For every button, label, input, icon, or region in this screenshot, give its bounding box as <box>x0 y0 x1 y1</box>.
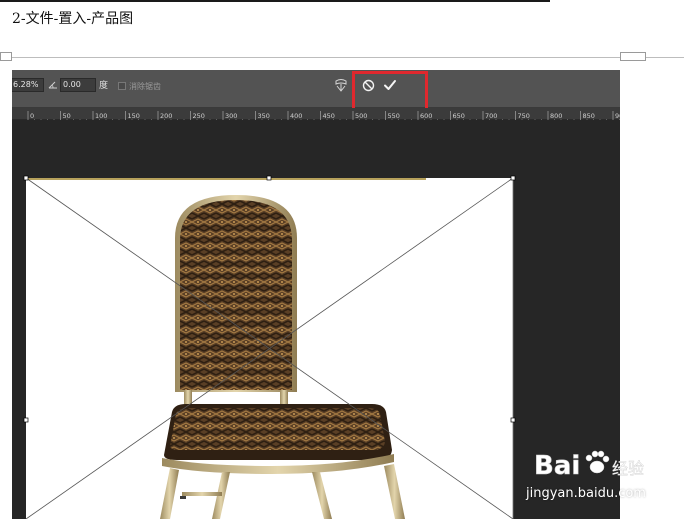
photoshop-window: 6.28% 0.00 度 消除锯齿 0 50 100 150 200 250 300 350 4… <box>12 70 620 519</box>
canvas-artwork <box>23 175 516 519</box>
ruler-tick-label: 900 <box>615 112 620 120</box>
handle-middle-left[interactable] <box>23 417 29 423</box>
cancel-transform-icon[interactable] <box>362 79 375 92</box>
antialias-checkbox[interactable] <box>118 82 126 90</box>
ruler-tick-label: 550 <box>388 112 400 120</box>
ruler-tick-label: 700 <box>485 112 497 120</box>
left-margin-marker <box>0 52 12 61</box>
ruler-tick-label: 500 <box>355 112 367 120</box>
ruler-tick-label: 450 <box>323 112 335 120</box>
warp-mode-icon[interactable] <box>334 78 348 92</box>
handle-top-left[interactable] <box>23 175 29 181</box>
ruler-tick-label: 200 <box>160 112 172 120</box>
handle-middle-right[interactable] <box>510 417 516 423</box>
jingyan-logo-text: 经验 <box>612 459 644 478</box>
paw-icon <box>585 450 610 474</box>
scale-input[interactable]: 6.28% <box>12 78 44 92</box>
ruler-tick-label: 800 <box>550 112 562 120</box>
baidu-logo-text: Bai <box>534 451 580 481</box>
watermark-site: jingyan.baidu.com <box>526 486 646 501</box>
document-canvas <box>12 120 620 519</box>
ruler-tick-label: 400 <box>290 112 302 120</box>
top-border-line <box>0 0 550 2</box>
chair-seat-upholstery <box>170 408 385 450</box>
ruler-tick-label: 350 <box>258 112 270 120</box>
ruler-tick-label: 250 <box>193 112 205 120</box>
ruler-tick-label: 600 <box>420 112 432 120</box>
ruler-tick-label: 150 <box>128 112 140 120</box>
handle-top-center[interactable] <box>266 175 272 181</box>
right-margin-marker <box>620 52 646 61</box>
page-divider <box>0 57 684 58</box>
chair-stretcher <box>182 492 222 496</box>
ruler-tick-label: 650 <box>453 112 465 120</box>
document-caption: 2-文件-置入-产品图 <box>12 11 134 27</box>
transform-options-bar: 6.28% 0.00 度 消除锯齿 <box>12 70 620 115</box>
ruler-tick-label: 0 <box>30 112 34 120</box>
baidu-logo: Bai 经验 <box>534 450 644 481</box>
rotation-angle-input[interactable]: 0.00 <box>60 78 96 92</box>
ruler-tick-label: 750 <box>518 112 530 120</box>
horizontal-ruler: 0 50 100 150 200 250 300 350 400 450 500 550 600 650 7… <box>12 108 620 123</box>
commit-transform-icon[interactable] <box>383 78 397 92</box>
ruler-tick-label: 300 <box>225 112 237 120</box>
antialias-label: 消除锯齿 <box>129 82 161 91</box>
angle-icon <box>48 81 57 89</box>
angle-unit-label: 度 <box>99 81 109 91</box>
ruler-tick-label: 100 <box>95 112 107 120</box>
ruler-tick-label: 50 <box>63 112 71 120</box>
ruler-tick-label: 850 <box>583 112 595 120</box>
handle-top-right[interactable] <box>510 175 516 181</box>
chair-back-upholstery <box>180 200 292 390</box>
